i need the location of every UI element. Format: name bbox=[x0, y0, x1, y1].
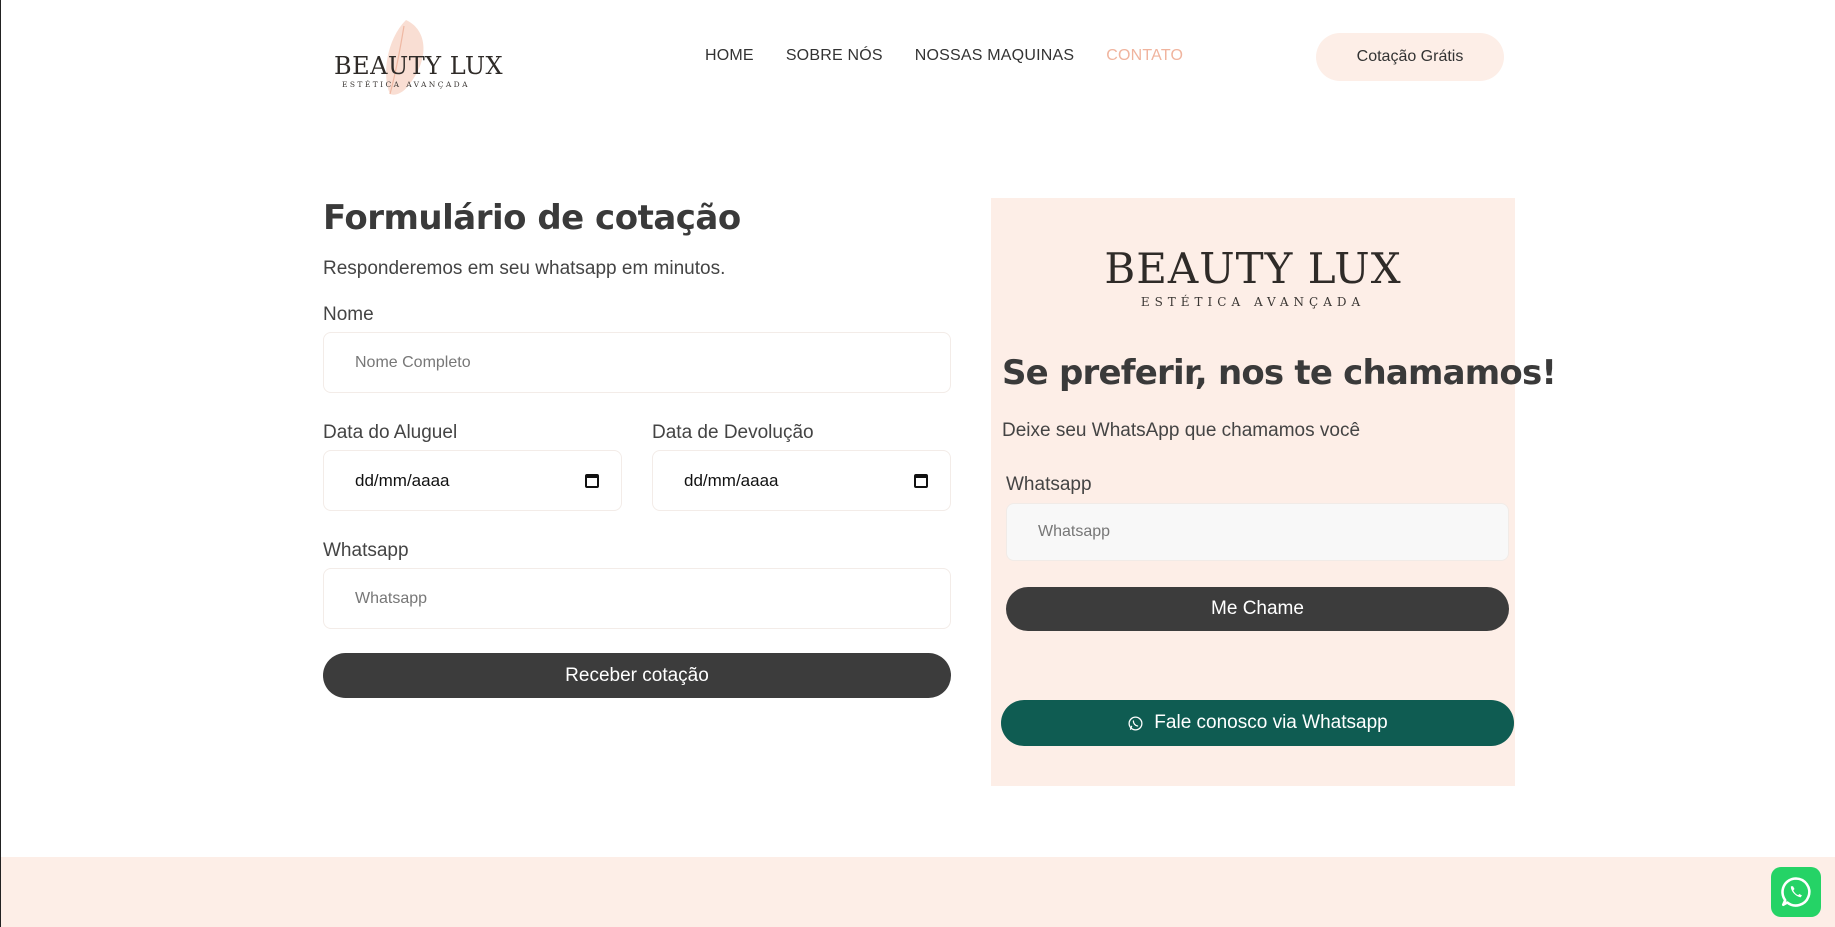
main-nav: HOME SOBRE NÓS NOSSAS MAQUINAS CONTATO bbox=[705, 47, 1183, 65]
callback-panel: BEAUTY LUX ESTÉTICA AVANÇADA Se preferir… bbox=[991, 198, 1557, 786]
return-date-value: dd/mm/aaaa bbox=[684, 470, 779, 490]
quote-form-subtitle: Responderemos em seu whatsapp em minutos… bbox=[323, 258, 726, 279]
logo-tagline: ESTÉTICA AVANÇADA bbox=[342, 80, 470, 89]
call-me-button[interactable]: Me Chame bbox=[1006, 587, 1509, 631]
rental-date-input[interactable]: dd/mm/aaaa bbox=[323, 450, 622, 511]
receive-quote-button[interactable]: Receber cotação bbox=[323, 653, 951, 698]
panel-logo-brand: BEAUTY LUX bbox=[1104, 244, 1402, 293]
quote-form-title: Formulário de cotação bbox=[323, 198, 741, 238]
whatsapp-input[interactable]: Whatsapp bbox=[323, 568, 951, 629]
site-logo[interactable]: BEAUTY LUX ESTÉTICA AVANÇADA bbox=[330, 14, 503, 98]
nav-item-home[interactable]: HOME bbox=[705, 47, 754, 65]
site-header: BEAUTY LUX ESTÉTICA AVANÇADA HOME SOBRE … bbox=[0, 0, 1835, 112]
name-field-group: Nome Nome Completo bbox=[323, 304, 953, 393]
nav-item-sobre-nos[interactable]: SOBRE NÓS bbox=[786, 47, 883, 65]
name-input[interactable]: Nome Completo bbox=[323, 332, 951, 393]
return-date-label: Data de Devolução bbox=[652, 422, 814, 443]
rental-date-label: Data do Aluguel bbox=[323, 422, 458, 443]
name-label: Nome bbox=[323, 304, 374, 325]
whatsapp-icon bbox=[1128, 715, 1143, 731]
rental-date-group: Data do Aluguel dd/mm/aaaa bbox=[323, 422, 622, 511]
whatsapp-contact-button[interactable]: Fale conosco via Whatsapp bbox=[1001, 700, 1514, 746]
logo-brand: BEAUTY LUX bbox=[334, 52, 504, 80]
callback-title: Se preferir, nos te chamamos! bbox=[1002, 353, 1557, 393]
panel-logo-tagline: ESTÉTICA AVANÇADA bbox=[1140, 295, 1366, 309]
footer-strip bbox=[1, 857, 1835, 927]
date-row: Data do Aluguel dd/mm/aaaa Data de Devol… bbox=[323, 422, 953, 511]
return-date-group: Data de Devolução dd/mm/aaaa bbox=[652, 422, 951, 511]
callback-whatsapp-input[interactable]: Whatsapp bbox=[1006, 503, 1509, 561]
calendar-icon[interactable] bbox=[914, 473, 928, 488]
whatsapp-contact-label: Fale conosco via Whatsapp bbox=[1154, 712, 1388, 733]
rental-date-value: dd/mm/aaaa bbox=[355, 470, 450, 490]
nav-item-nossas-maquinas[interactable]: NOSSAS MAQUINAS bbox=[915, 47, 1074, 65]
whatsapp-label: Whatsapp bbox=[323, 540, 409, 561]
panel-logo: BEAUTY LUX ESTÉTICA AVANÇADA bbox=[991, 244, 1515, 309]
callback-whatsapp-label: Whatsapp bbox=[1006, 474, 1092, 495]
quote-form: Formulário de cotação Responderemos em s… bbox=[323, 198, 953, 698]
free-quote-button[interactable]: Cotação Grátis bbox=[1316, 33, 1504, 81]
page-left-border bbox=[0, 0, 1, 927]
floating-whatsapp-button[interactable] bbox=[1771, 867, 1821, 917]
nav-item-contato[interactable]: CONTATO bbox=[1106, 47, 1183, 65]
whatsapp-icon bbox=[1781, 877, 1811, 907]
whatsapp-field-group: Whatsapp Whatsapp bbox=[323, 540, 953, 629]
return-date-input[interactable]: dd/mm/aaaa bbox=[652, 450, 951, 511]
callback-subtitle: Deixe seu WhatsApp que chamamos você bbox=[1002, 420, 1361, 441]
calendar-icon[interactable] bbox=[585, 473, 599, 488]
